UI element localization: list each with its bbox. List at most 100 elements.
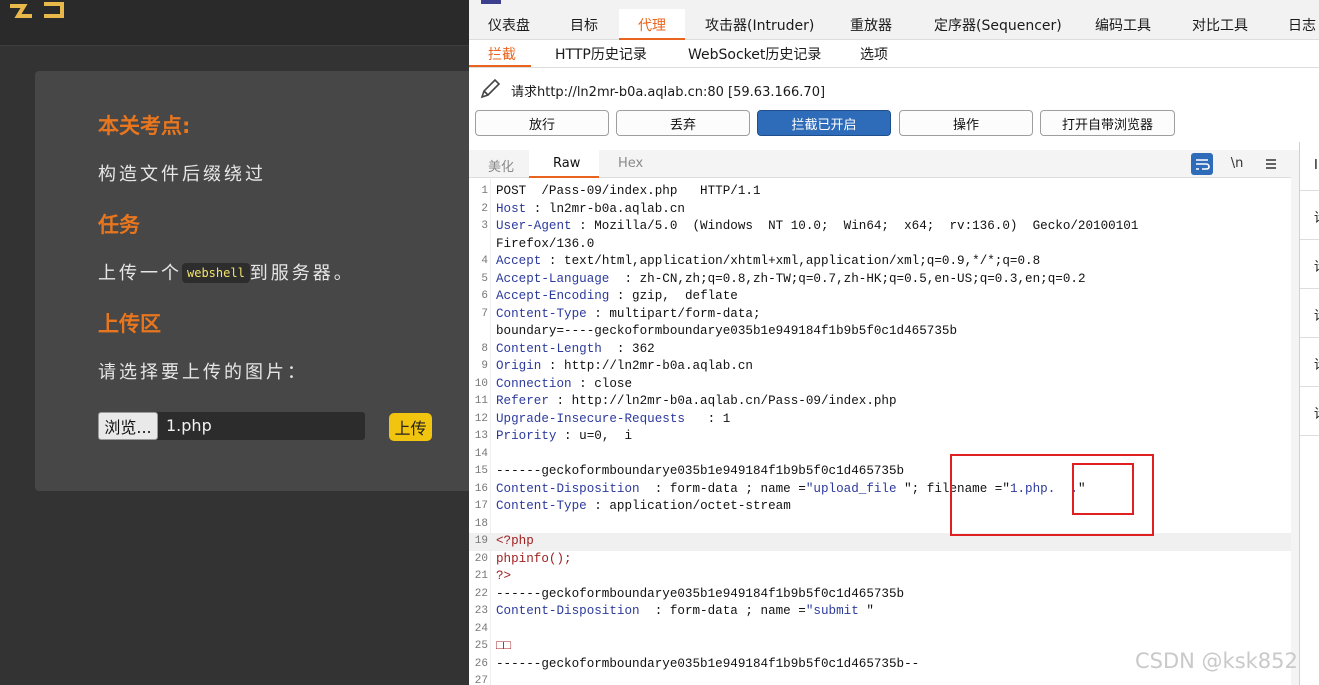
tab-repeater[interactable]: 重放器 bbox=[850, 15, 892, 37]
menu-icon[interactable] bbox=[1260, 153, 1282, 175]
line-token: Content-Length bbox=[496, 341, 602, 356]
open-browser-button[interactable]: 打开自带浏览器 bbox=[1040, 110, 1175, 136]
line-token: Firefox/136.0 bbox=[496, 236, 595, 251]
subtab-http-history[interactable]: HTTP历史记录 bbox=[555, 44, 647, 64]
line-number: 13 bbox=[474, 430, 488, 442]
proxy-sub-tab-bar: 拦截 HTTP历史记录 WebSocket历史记录 选项 bbox=[469, 40, 1319, 68]
browse-button[interactable]: 浏览... bbox=[98, 412, 158, 440]
raw-request-editor[interactable]: 1 POST /Pass-09/index.php HTTP/1.1 2 Host :… bbox=[469, 183, 1291, 685]
line-number: 10 bbox=[474, 377, 488, 390]
line-token: <?php bbox=[496, 534, 534, 548]
request-line: 16 Content-Disposition : form-data ; name… bbox=[469, 481, 1291, 499]
line-token: " bbox=[858, 604, 874, 618]
line-text: phpinfo(); bbox=[496, 551, 572, 569]
subtab-options[interactable]: 选项 bbox=[860, 44, 888, 64]
inspector-item[interactable]: I bbox=[1300, 142, 1319, 191]
request-line: 22 ------geckoformboundarye035b1e949184f1… bbox=[469, 586, 1291, 604]
line-number: 9 bbox=[481, 360, 488, 372]
request-line: 14 bbox=[469, 446, 1291, 464]
line-token: : close bbox=[571, 376, 633, 391]
wrap-lines-icon[interactable] bbox=[1191, 153, 1213, 175]
line-text: Content-Disposition : form-data ; name =… bbox=[496, 603, 874, 621]
line-number: 14 bbox=[474, 447, 488, 460]
subtab-intercept[interactable]: 拦截 bbox=[488, 44, 516, 64]
editor-scrollbar[interactable] bbox=[1291, 150, 1299, 685]
tab-logger[interactable]: 日志 bbox=[1288, 15, 1316, 37]
line-token: : zh-CN,zh;q=0.8,zh-TW;q=0.7,zh-HK;q=0.5… bbox=[609, 271, 1086, 286]
inspector-item[interactable]: 请 bbox=[1300, 240, 1319, 289]
inspector-item[interactable]: 请 bbox=[1300, 191, 1319, 240]
editor-tab-raw[interactable]: Raw bbox=[553, 156, 580, 171]
request-line: 4 Accept : text/html,application/xhtml+xm… bbox=[469, 253, 1291, 271]
editor-tab-hex[interactable]: Hex bbox=[618, 156, 643, 171]
line-text: Origin : http://ln2mr-b0a.aqlab.cn bbox=[496, 358, 753, 376]
request-line: boundary=----geckoformboundarye035b1e949… bbox=[469, 323, 1291, 341]
line-text: Content-Type : application/octet-stream bbox=[496, 498, 791, 516]
tab-target[interactable]: 目标 bbox=[570, 15, 598, 37]
file-input[interactable]: 浏览... 1.php bbox=[98, 412, 365, 440]
line-token: boundary=----geckoformboundarye035b1e949… bbox=[496, 324, 958, 338]
line-token: : multipart/form-data; bbox=[586, 306, 761, 321]
tab-sequencer[interactable]: 定序器(Sequencer) bbox=[934, 15, 1062, 37]
line-number: 16 bbox=[474, 482, 488, 495]
line-token: : u=0, i bbox=[556, 429, 633, 443]
request-line: 17 Content-Type : application/octet-strea… bbox=[469, 498, 1291, 516]
drop-button[interactable]: 丢弃 bbox=[616, 110, 750, 136]
tab-comparer[interactable]: 对比工具 bbox=[1192, 15, 1248, 37]
line-token: : 362 bbox=[601, 341, 655, 356]
selected-file-name: 1.php bbox=[166, 416, 212, 435]
line-text: ------geckoformboundarye035b1e949184f1b9… bbox=[496, 656, 919, 674]
request-line: 15 ------geckoformboundarye035b1e949184f1… bbox=[469, 463, 1291, 481]
upload-button[interactable]: 上传 bbox=[389, 413, 432, 441]
line-token: Content-Type bbox=[496, 499, 587, 513]
message-editor-tabs: 美化 Raw Hex \n bbox=[469, 150, 1291, 178]
tab-decoder[interactable]: 编码工具 bbox=[1095, 15, 1151, 37]
line-token: Content-Type bbox=[496, 306, 587, 321]
line-token: phpinfo(); bbox=[496, 551, 572, 566]
line-number: 25 bbox=[474, 640, 488, 652]
request-line: 3 User-Agent : Mozilla/5.0 (Windows NT 10… bbox=[469, 218, 1291, 236]
action-button[interactable]: 操作 bbox=[899, 110, 1033, 136]
line-text: Connection : close bbox=[496, 376, 632, 394]
request-line: 24 bbox=[469, 621, 1291, 639]
wrap-lines-glyph-icon bbox=[1196, 159, 1210, 170]
line-token: : form-data ; name = bbox=[639, 481, 806, 496]
line-token: ------geckoformboundarye035b1e949184f1b9… bbox=[496, 656, 920, 671]
forward-button[interactable]: 放行 bbox=[475, 110, 609, 136]
intercept-toggle-button[interactable]: 拦截已开启 bbox=[757, 110, 891, 136]
request-line: 9 Origin : http://ln2mr-b0a.aqlab.cn bbox=[469, 358, 1291, 376]
active-editor-tab-indicator bbox=[529, 176, 599, 178]
key-point-text: 构造文件后缀绕过 bbox=[98, 164, 266, 185]
inspector-item[interactable]: 请 bbox=[1300, 338, 1319, 387]
line-text: Upgrade-Insecure-Requests : 1 bbox=[496, 411, 730, 429]
tab-proxy[interactable]: 代理 bbox=[638, 15, 666, 37]
line-token: ------geckoformboundarye035b1e949184f1b9… bbox=[496, 464, 905, 478]
show-newlines-icon[interactable]: \n bbox=[1226, 153, 1248, 175]
line-text: □□ bbox=[496, 638, 511, 656]
line-number: 5 bbox=[481, 272, 488, 285]
upload-prompt: 请选择要上传的图片： bbox=[98, 362, 308, 383]
inspector-item[interactable]: 请 bbox=[1300, 387, 1319, 436]
editor-tab-pretty[interactable]: 美化 bbox=[488, 156, 514, 175]
line-number: 21 bbox=[474, 570, 488, 582]
line-token: User-Agent bbox=[496, 219, 572, 233]
line-token: : gzip, deflate bbox=[609, 289, 738, 303]
line-text: Accept : text/html,application/xhtml+xml… bbox=[496, 253, 1040, 271]
tab-dashboard[interactable]: 仪表盘 bbox=[488, 15, 530, 37]
line-token: Content-Disposition bbox=[496, 604, 640, 618]
inspector-panel: I 请 请 请 请 请 bbox=[1299, 142, 1319, 685]
line-token: Origin bbox=[496, 359, 542, 373]
request-line: 10 Connection : close bbox=[469, 376, 1291, 394]
task-suffix: 到服务器。 bbox=[249, 263, 355, 284]
line-text: Host : ln2mr-b0a.aqlab.cn bbox=[496, 201, 685, 219]
line-text: Firefox/136.0 bbox=[496, 236, 594, 254]
heading-key-point: 本关考点: bbox=[98, 114, 191, 138]
line-token: : 1 bbox=[684, 411, 731, 426]
tab-intruder[interactable]: 攻击器(Intruder) bbox=[705, 15, 814, 37]
inspector-item[interactable]: 请 bbox=[1300, 289, 1319, 338]
line-token: Accept-Language bbox=[496, 271, 610, 286]
line-text: Content-Length : 362 bbox=[496, 341, 655, 359]
subtab-websocket-history[interactable]: WebSocket历史记录 bbox=[688, 44, 821, 64]
line-token: : form-data ; name = bbox=[639, 604, 806, 618]
line-text: Priority : u=0, i bbox=[496, 428, 632, 446]
